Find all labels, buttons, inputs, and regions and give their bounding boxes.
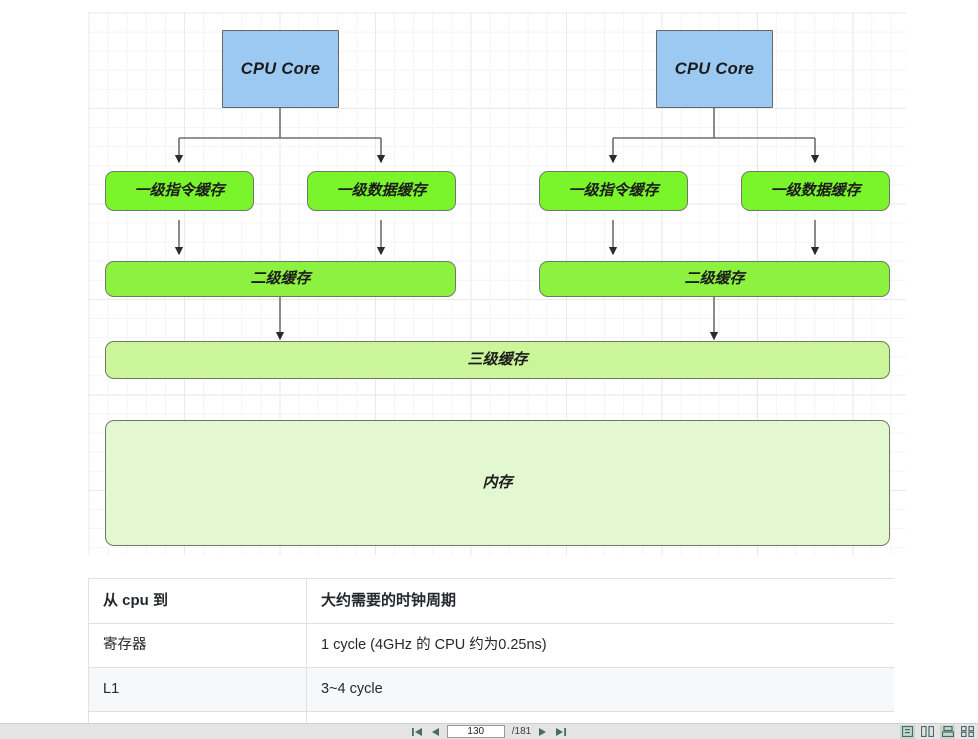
page-number-input[interactable] <box>446 725 505 738</box>
node-label: 一级数据缓存 <box>336 182 427 200</box>
cpu-latency-table: 从 cpu 到 大约需要的时钟周期 寄存器 1 cycle (4GHz 的 CP… <box>88 578 894 723</box>
previous-page-icon[interactable] <box>429 725 442 739</box>
table-cell-source: L2 <box>88 710 307 723</box>
node-l1-instruction-cache-left[interactable]: 一级指令缓存 <box>105 171 254 211</box>
cpu-cache-hierarchy-diagram: CPU Core CPU Core 一级指令缓存 一级数据缓存 一级指令缓存 一… <box>88 12 906 555</box>
node-label: 一级数据缓存 <box>770 182 861 200</box>
node-l2-cache-right[interactable]: 二级缓存 <box>539 261 890 297</box>
table-row: L2 10~20 cycle <box>88 710 894 723</box>
node-l1-data-cache-left[interactable]: 一级数据缓存 <box>307 171 456 211</box>
node-label: 二级缓存 <box>250 270 311 288</box>
table-row: L1 3~4 cycle <box>88 666 894 712</box>
table-cell-cycles: 1 cycle (4GHz 的 CPU 约为0.25ns) <box>306 622 894 668</box>
last-page-icon[interactable] <box>554 725 567 739</box>
next-page-icon[interactable] <box>536 725 549 739</box>
node-l1-instruction-cache-right[interactable]: 一级指令缓存 <box>539 171 688 211</box>
table-cell-source: L1 <box>88 666 307 712</box>
total-pages-label: /181 <box>511 726 532 737</box>
two-page-view-icon[interactable] <box>940 724 955 739</box>
viewer-bottom-toolbar: /181 <box>0 723 978 739</box>
table-cell-source: 寄存器 <box>88 622 307 668</box>
node-memory[interactable]: 内存 <box>105 420 890 546</box>
node-label: 一级指令缓存 <box>568 182 659 200</box>
continuous-view-icon[interactable] <box>920 725 935 739</box>
table-header-row: 从 cpu 到 大约需要的时钟周期 <box>88 578 894 624</box>
page-navigation-group: /181 <box>0 724 978 739</box>
node-label: 二级缓存 <box>684 270 745 288</box>
table-header-source: 从 cpu 到 <box>88 578 307 624</box>
node-l1-data-cache-right[interactable]: 一级数据缓存 <box>741 171 890 211</box>
node-label: 内存 <box>482 474 513 492</box>
first-page-icon[interactable] <box>411 725 424 739</box>
node-l2-cache-left[interactable]: 二级缓存 <box>105 261 456 297</box>
node-label: CPU Core <box>240 59 321 78</box>
node-cpu-core-left[interactable]: CPU Core <box>222 30 339 108</box>
node-cpu-core-right[interactable]: CPU Core <box>656 30 773 108</box>
two-page-scroll-view-icon[interactable] <box>960 725 975 739</box>
node-l3-cache[interactable]: 三级缓存 <box>105 341 890 379</box>
table-row: 寄存器 1 cycle (4GHz 的 CPU 约为0.25ns) <box>88 622 894 668</box>
view-mode-group <box>900 724 975 739</box>
latency-table-container: 从 cpu 到 大约需要的时钟周期 寄存器 1 cycle (4GHz 的 CP… <box>88 578 894 723</box>
pdf-viewer-page: CPU Core CPU Core 一级指令缓存 一级数据缓存 一级指令缓存 一… <box>0 0 978 739</box>
node-label: 三级缓存 <box>467 351 528 369</box>
single-page-view-icon[interactable] <box>900 724 915 739</box>
table-cell-cycles: 10~20 cycle <box>306 710 894 723</box>
table-cell-cycles: 3~4 cycle <box>306 666 894 712</box>
table-header-cycles: 大约需要的时钟周期 <box>306 578 894 624</box>
node-label: CPU Core <box>674 59 755 78</box>
node-label: 一级指令缓存 <box>134 182 225 200</box>
